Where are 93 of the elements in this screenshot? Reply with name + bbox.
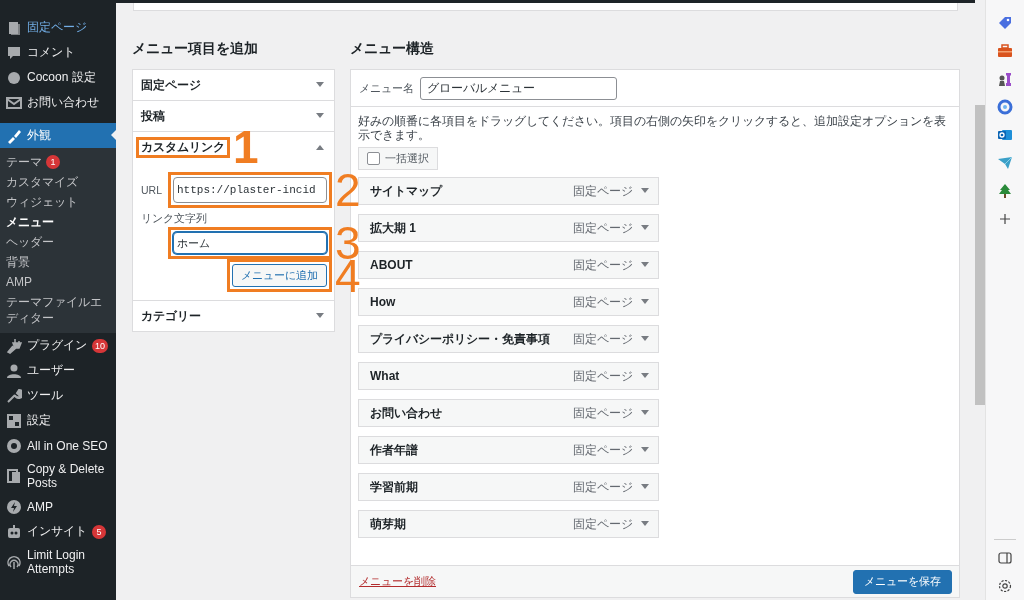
sidebar-menu-item[interactable]: お問い合わせ [0,90,116,115]
caret-icon[interactable] [641,410,649,416]
accordion-title[interactable]: 投稿 [136,105,170,127]
url-field[interactable]: https://plaster-incid [168,172,332,208]
checkbox[interactable] [367,152,380,165]
sidebar-menu-item[interactable]: プラグイン 10 [0,333,116,358]
sidebar-panel-icon[interactable] [997,550,1013,566]
caret-icon[interactable] [641,262,649,268]
caret-icon[interactable] [641,447,649,453]
person-icon [6,362,22,379]
menu-item-row[interactable]: How 固定ページ [358,288,659,316]
menu-item-row[interactable]: 萌芽期 固定ページ [358,510,659,538]
submenu-item[interactable]: テーマファイルエディター [0,292,116,328]
envelope-icon [6,94,22,111]
sidebar-menu-item[interactable]: ユーザー [0,358,116,383]
submenu-item[interactable]: カスタマイズ [0,172,116,192]
submenu-item[interactable]: AMP [0,272,116,292]
accordion-title[interactable]: カテゴリー [136,305,206,327]
step-number: 2 [335,170,361,210]
accordion-title[interactable]: カスタムリンク [136,136,230,158]
add-to-menu-button[interactable]: メニューに追加 [227,259,332,292]
sidebar-menu-item[interactable]: AMP [0,494,116,519]
section-heading: メニュー項目を追加 [132,40,259,58]
sidebar-menu-item[interactable]: Cocoon 設定 [0,65,116,90]
caret-icon[interactable] [641,225,649,231]
submenu-item[interactable]: メニュー [0,212,116,232]
sidebar-menu-item[interactable]: 外観 [0,123,116,148]
menu-item-row[interactable]: What 固定ページ [358,362,659,390]
caret-icon[interactable] [641,188,649,194]
caret-icon[interactable] [641,299,649,305]
sidebar-menu-item[interactable]: Copy & Delete Posts [0,458,116,494]
menu-item-row[interactable]: 拡大期 1 固定ページ [358,214,659,242]
menu-item-row[interactable]: サイトマップ 固定ページ [358,177,659,205]
fingerprint-icon [6,554,22,570]
sidebar-menu-item[interactable]: All in One SEO [0,433,116,458]
badge-circle-icon [6,437,22,454]
caret-icon[interactable] [316,144,324,150]
delete-menu-link[interactable]: メニューを削除 [359,574,436,589]
comment-bubble-icon [6,44,22,61]
field-label: メニュー名 [359,80,414,96]
sidebar-menu-item[interactable]: インサイト 5 [0,519,116,544]
count-badge: 10 [92,338,108,353]
tag-icon[interactable] [997,15,1013,31]
lightning-icon [6,498,22,515]
sidebar-menu-item[interactable]: ツール [0,383,116,408]
count-badge: 5 [92,524,106,539]
tree-icon[interactable] [997,183,1013,199]
robot-icon [6,523,22,540]
count-badge: 1 [46,155,60,169]
menu-item-row[interactable]: 学習前期 固定ページ [358,473,659,501]
circle-icon [6,69,22,86]
chess-pieces-icon[interactable] [997,71,1013,87]
field-label: URL [141,184,162,196]
caret-icon[interactable] [316,113,324,119]
caret-icon[interactable] [641,336,649,342]
save-menu-button[interactable]: メニューを保存 [853,569,952,594]
plus-icon[interactable] [997,211,1013,227]
ring-icon[interactable] [997,99,1013,115]
submenu-item[interactable]: ヘッダー [0,232,116,252]
sidebar-menu-item[interactable]: Limit Login Attempts [0,544,116,580]
menu-item-row[interactable]: ABOUT 固定ページ [358,251,659,279]
sidebar-menu-item[interactable]: コメント [0,40,116,65]
menu-item-row[interactable]: 作者年譜 固定ページ [358,436,659,464]
documents-icon [6,468,22,484]
caret-icon[interactable] [641,484,649,490]
menu-item-row[interactable]: お問い合わせ 固定ページ [358,399,659,427]
bulk-select-button[interactable]: 一括選択 [358,147,438,170]
section-heading: メニュー構造 [350,40,435,58]
settings-grid-icon [6,412,22,429]
step-number: 1 [233,127,259,167]
text-field[interactable]: ホーム [168,227,332,259]
scrollbar-thumb[interactable] [975,105,985,405]
submenu-item[interactable]: テーマ 1 [0,152,116,172]
accordion-title[interactable]: 固定ページ [136,74,206,96]
paper-plane-icon[interactable] [997,155,1013,171]
caret-icon[interactable] [641,373,649,379]
mail-app-icon[interactable] [997,127,1013,143]
field-label: リンク文字列 [141,212,207,226]
briefcase-icon[interactable] [997,43,1013,59]
submenu-item[interactable]: 背景 [0,252,116,272]
instructions-text: 好みの順番に各項目をドラッグしてください。項目の右側の矢印をクリックすると、追加設定オプションを表示できます。 [358,114,947,142]
caret-icon[interactable] [316,82,324,88]
sidebar-menu-item[interactable]: 設定 [0,408,116,433]
wrench-icon [6,387,22,404]
plug-icon [6,337,22,354]
sidebar-menu-item[interactable]: 固定ページ [0,15,116,40]
caret-icon[interactable] [316,313,324,319]
settings-icon[interactable] [997,578,1013,594]
pages-icon [6,19,22,36]
menu-name-field[interactable]: グローバルメニュー [420,76,617,100]
caret-icon[interactable] [641,521,649,527]
menu-item-row[interactable]: プライバシーポリシー・免責事項 固定ページ [358,325,659,353]
submenu-item[interactable]: ウィジェット [0,192,116,212]
